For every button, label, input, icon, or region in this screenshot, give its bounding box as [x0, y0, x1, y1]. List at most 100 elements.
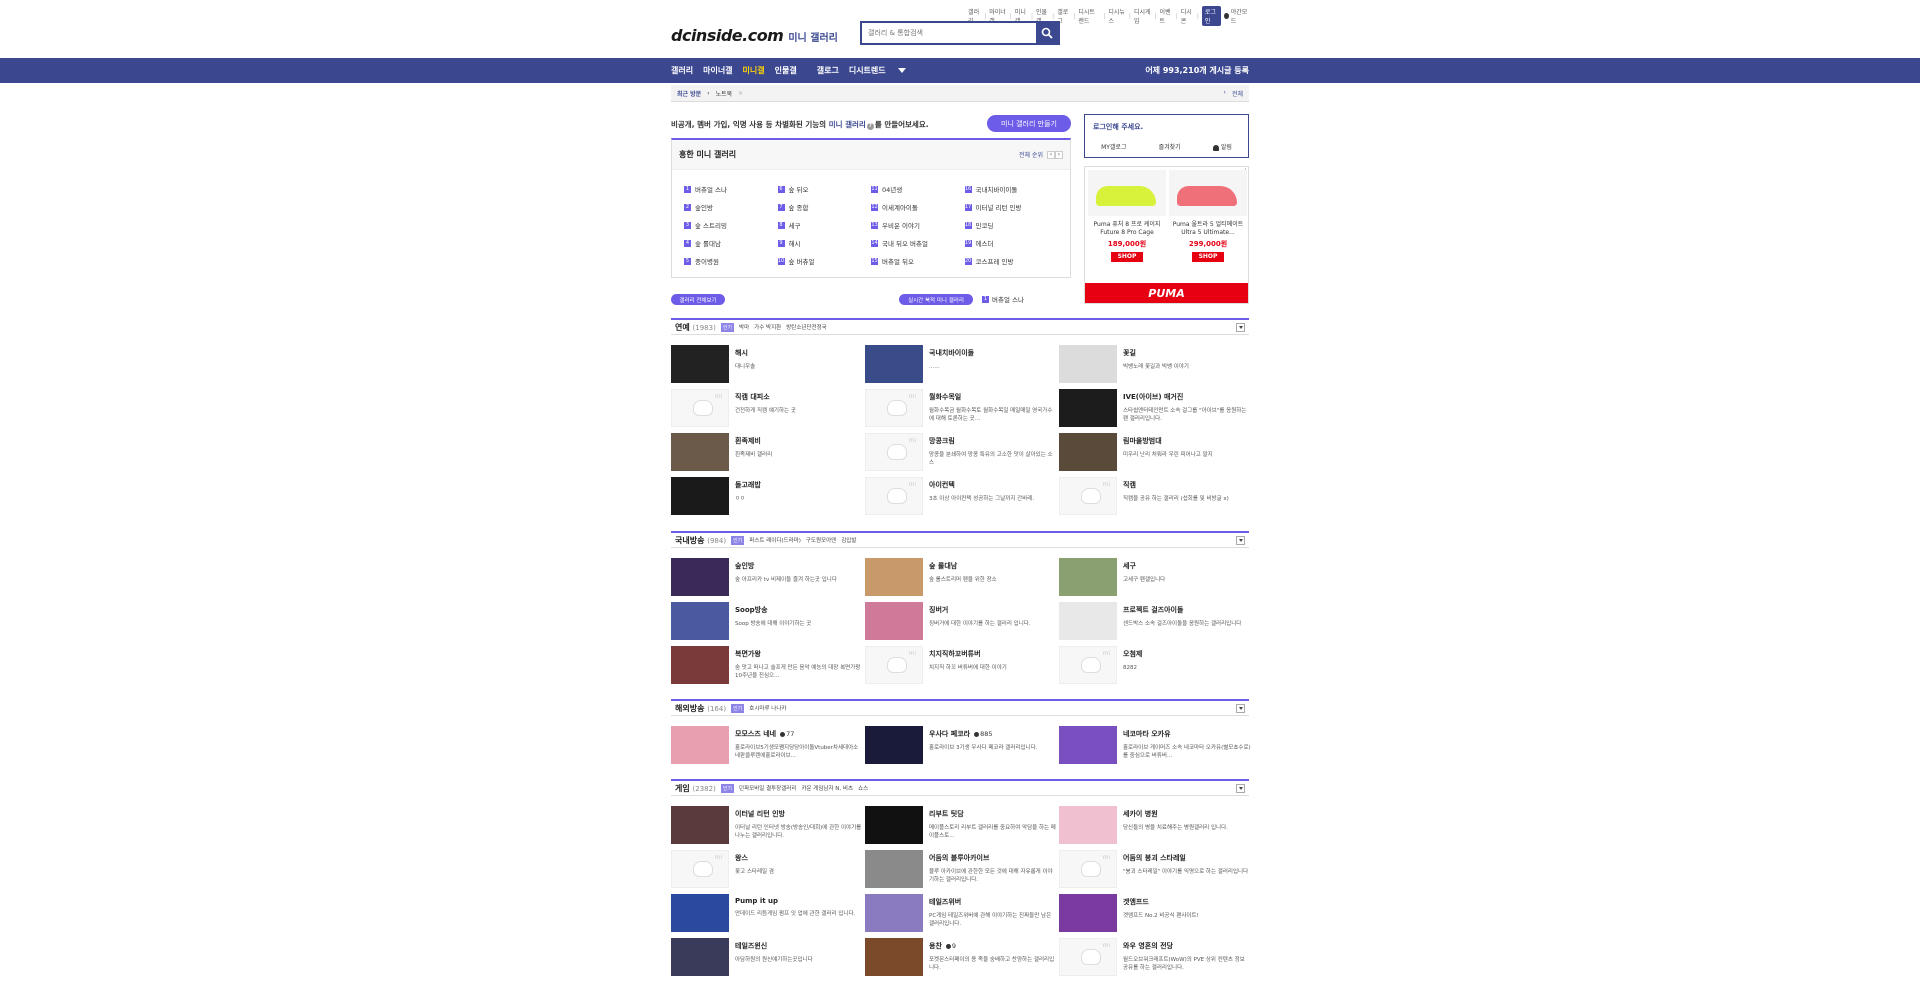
gallery-name[interactable]: 용찬 9 [929, 941, 1057, 951]
gallery-card[interactable]: mi 직캠 직캠을 공유 하는 갤러리 (섭회롤 및 비방글 x) [1059, 476, 1253, 520]
nav-dctrend[interactable]: 디시트렌드 [849, 65, 886, 76]
gallery-name[interactable]: 직캠 [1123, 480, 1251, 490]
gallery-thumbnail[interactable] [1059, 806, 1117, 844]
gallery-thumbnail[interactable] [1059, 602, 1117, 640]
gallery-card[interactable]: Pump it up 안데이드 리듬게임 펌프 잇 업에 관한 갤러리 입니다. [671, 893, 865, 937]
search-button[interactable] [1036, 23, 1058, 43]
nav-more-dropdown-icon[interactable] [897, 68, 906, 73]
gallery-card[interactable]: 네코마타 오카유 홀로라이브 게이머즈 소속 네코마타 오카유(별모쵸수로)를 중… [1059, 725, 1253, 769]
gallery-name[interactable]: 해시 [735, 348, 863, 358]
hot-gallery-item[interactable]: 3 숲 스트리밍 [684, 216, 778, 234]
gallery-card[interactable]: 우사다 페코라 885 홀로라이브 3기생 우사다 페코라 갤러리입니다. [865, 725, 1059, 769]
hot-gallery-item[interactable]: 2 숲인방 [684, 198, 778, 216]
gallery-card[interactable]: 프로젝트 걸즈아이돌 센드박스 소속 걸즈아이돌을 응원하는 갤러리입니다 [1059, 601, 1253, 645]
hot-gallery-item[interactable]: 19 에스더 [964, 234, 1059, 252]
help-icon[interactable]: ? [866, 123, 874, 130]
gallery-card[interactable]: 테일즈위버 PC게임 테일즈위버에 관해 이야기하는 진짜들만 남은 갤러리입니다… [865, 893, 1059, 937]
ad-product-1[interactable]: Puma 퓨처 8 프로 케이지 Future 8 Pro Cage 189,0… [1088, 170, 1166, 262]
gallery-card[interactable]: mi 왕스 꽃고 스타레일 겸 [671, 849, 865, 893]
nav-mini-gallery[interactable]: 미니갤 [743, 65, 765, 76]
placeholder-thumbnail[interactable]: mi [1059, 646, 1117, 684]
gallery-card[interactable]: 돌고래밥 ㅇㅇ [671, 476, 865, 520]
login-prompt[interactable]: 로그인해 주세요. [1085, 115, 1248, 132]
ad-shop-button-2[interactable]: SHOP [1192, 251, 1224, 262]
gallery-card[interactable]: 해시 대니우솔 [671, 344, 865, 388]
gallery-name[interactable]: 겟앰프드 [1123, 897, 1251, 907]
gallery-card[interactable]: 숲 롤대남 숲 롤스트리머 팬을 위한 장소 [865, 557, 1059, 601]
nav-minor-gallery[interactable]: 마이너갤 [703, 65, 732, 76]
gallery-thumbnail[interactable] [865, 345, 923, 383]
popular-sub-link[interactable]: 가수 박지환 [754, 323, 781, 331]
gallery-card[interactable]: mi 직캠 대피소 건전하게 직캠 얘기하는 곳 [671, 388, 865, 432]
nav-gallog[interactable]: 갤로그 [817, 65, 839, 76]
gallery-name[interactable]: 이터널 리턴 인방 [735, 809, 863, 819]
gallery-thumbnail[interactable] [865, 558, 923, 596]
gallery-name[interactable]: 와우 영혼의 전당 [1123, 941, 1251, 951]
gallery-thumbnail[interactable] [671, 806, 729, 844]
make-mini-gallery-button[interactable]: 미니 갤러리 만들기 [987, 115, 1071, 132]
gallery-card[interactable]: 징버거 징버거에 대한 이야기를 하는 갤러리 입니다. [865, 601, 1059, 645]
gallery-card[interactable]: 복면가왕 숨 맛고 떠나고 슬프게 만든 음악 예능의 대장 복면가왕 10주년을… [671, 645, 865, 689]
gallery-name[interactable]: 직캠 대피소 [735, 392, 863, 402]
gallery-card[interactable]: 이터널 리턴 인방 이터널 리턴 인터넷 방송(방송인/대회)에 관한 이야기를 … [671, 805, 865, 849]
top-link[interactable]: 디시게임 [1134, 7, 1152, 25]
placeholder-thumbnail[interactable]: mi [865, 646, 923, 684]
hot-gallery-item[interactable]: 13 우비운 이야기 [871, 216, 965, 234]
nav-gallery[interactable]: 갤러리 [671, 65, 693, 76]
gallery-name[interactable]: 꽃길 [1123, 348, 1251, 358]
gallery-thumbnail[interactable] [865, 938, 923, 976]
ad-shop-button-1[interactable]: SHOP [1111, 251, 1143, 262]
recent-visit-title[interactable]: 최근 방문 [677, 89, 701, 98]
realtime-gallery-item[interactable]: 1 버츄얼 스나 [982, 294, 1024, 304]
placeholder-thumbnail[interactable]: mi [671, 850, 729, 888]
gallery-thumbnail[interactable] [1059, 345, 1117, 383]
gallery-card[interactable]: 흰족제비 흰족제비 갤러리 [671, 432, 865, 476]
gallery-name[interactable]: 리부트 팃담 [929, 809, 1057, 819]
gallery-thumbnail[interactable] [865, 850, 923, 888]
gallery-name[interactable]: 프로젝트 걸즈아이돌 [1123, 605, 1251, 615]
gallery-card[interactable]: 어둠의 블루아카이브 블루 아카이브에 관한한 모든 것에 대해 자유롭게 이야기… [865, 849, 1059, 893]
gallery-card[interactable]: 겟앰프드 겟앰프드 No.2 비공식 팬사이트! [1059, 893, 1253, 937]
gallery-card[interactable]: IVE(아이브) 매거진 스타쉽엔터테인먼트 소속 걸그룹 "아이브"를 응원하는… [1059, 388, 1253, 432]
chevron-down-icon[interactable] [1236, 703, 1245, 713]
hot-gallery-item[interactable]: 10 숲 버츄얼 [777, 252, 872, 270]
chevron-right-icon[interactable]: › [1224, 89, 1226, 98]
top-link[interactable]: 디시트렌드 [1078, 7, 1100, 25]
hot-gallery-item[interactable]: 5 중이병원 [684, 252, 778, 270]
hot-gallery-item[interactable]: 18 민코딩 [964, 216, 1059, 234]
popular-sub-link[interactable]: 호시마루 나나카 [749, 704, 786, 712]
gallery-name[interactable]: 망콩크림 [929, 436, 1057, 446]
search-input[interactable] [862, 23, 1036, 43]
gallery-card[interactable]: mi 와우 영혼의 전당 월드오브워크래프트(WoW)의 PVE 상위 컨텐츠 정보… [1059, 937, 1253, 981]
gallery-name[interactable]: 숲 롤대남 [929, 561, 1057, 571]
full-rank-link[interactable]: 전체 순위 [1019, 150, 1043, 159]
popular-sub-link[interactable]: 구도원모아덴 [806, 536, 836, 544]
gallery-name[interactable]: 네코마타 오카유 [1123, 729, 1251, 739]
hot-gallery-item[interactable]: 14 국내 뒤오 버츄얼 [871, 234, 965, 252]
gallery-card[interactable]: 꽃길 빅뱅노래 꽃길과 빅뱅 이야기 [1059, 344, 1253, 388]
hot-gallery-item[interactable]: 1 버츄얼 스나 [684, 180, 778, 198]
my-gallog-link[interactable]: MY갤로그 [1101, 142, 1126, 151]
popular-sub-link[interactable]: 박마 [739, 323, 749, 331]
gallery-name[interactable]: 왕스 [735, 853, 863, 863]
gallery-thumbnail[interactable] [671, 938, 729, 976]
gallery-card[interactable]: mi 망콩크림 망콩을 분쇄하여 망콩 특유의 고소한 맛이 살아있는 소스 [865, 432, 1059, 476]
gallery-name[interactable]: 세카이 병원 [1123, 809, 1251, 819]
chevron-left-icon[interactable]: ‹ [707, 90, 709, 97]
gallery-card[interactable]: 모모스즈 네네 77 홀로라이브5기생모쨈지당당아이돌Vtuber차세대아소네판클루… [671, 725, 865, 769]
gallery-card[interactable]: 세카이 병원 당신들의 병을 치료해주는 병원갤러리 입니다. [1059, 805, 1253, 849]
gallery-name[interactable]: 어둠의 블루아카이브 [929, 853, 1057, 863]
gallery-name[interactable]: 징버거 [929, 605, 1057, 615]
hot-gallery-item[interactable]: 6숲 뒤오 [777, 180, 872, 198]
login-button[interactable]: 로그인 [1201, 6, 1222, 26]
placeholder-thumbnail[interactable]: mi [865, 477, 923, 515]
hot-gallery-item[interactable]: 15 버츄얼 뒤오 [871, 252, 965, 270]
popular-sub-link[interactable]: 방탄소년단전정국 [786, 323, 826, 331]
gallery-thumbnail[interactable] [671, 602, 729, 640]
gallery-thumbnail[interactable] [865, 806, 923, 844]
hot-gallery-item[interactable]: 4 숲 롤대남 [684, 234, 778, 252]
gallery-card[interactable]: 국내치바이이돌...... [865, 344, 1059, 388]
gallery-card[interactable]: 리부트 팃담 메이플스토리 리부트 갤러리를 중요하여 악담을 하는 메이플스토.… [865, 805, 1059, 849]
gallery-name[interactable]: 월화수목일 [929, 392, 1057, 402]
gallery-thumbnail[interactable] [1059, 389, 1117, 427]
